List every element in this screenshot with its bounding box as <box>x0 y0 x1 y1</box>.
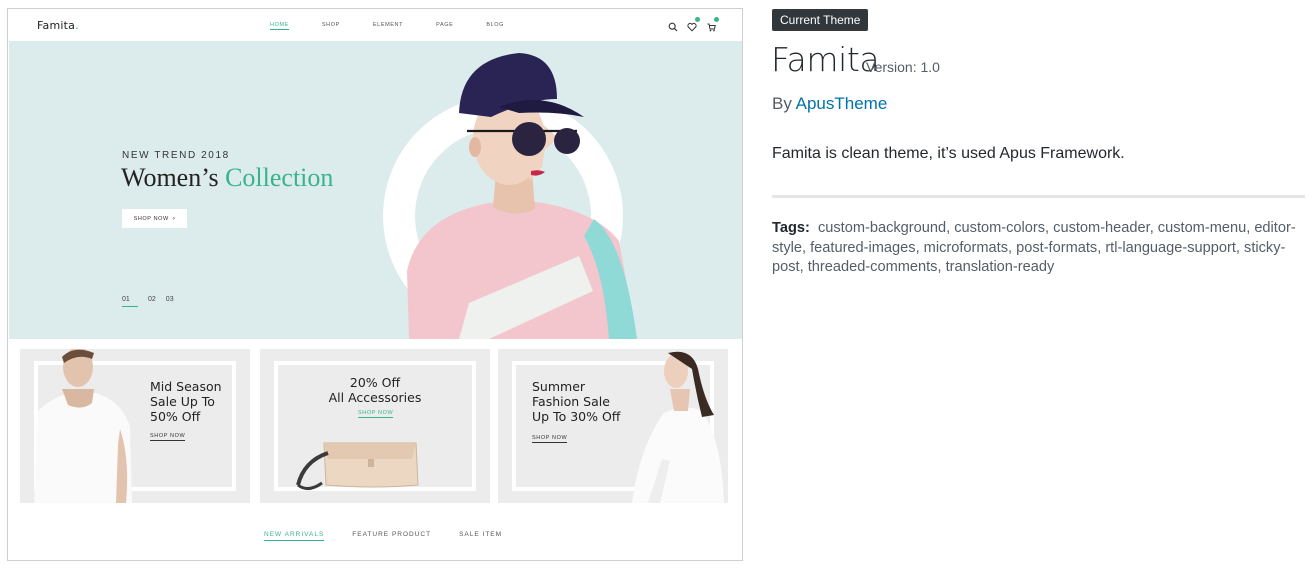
theme-author-link[interactable]: ApusTheme <box>796 94 888 113</box>
tab-feature-product: FEATURE PRODUCT <box>352 531 432 538</box>
theme-screenshot: Famita. HOME SHOP ELEMENT PAGE BLOG NEW … <box>7 8 743 561</box>
product-tabs: NEW ARRIVALS FEATURE PRODUCT SALE ITEM <box>264 531 502 541</box>
female-model-image <box>632 351 724 503</box>
promo-banner-accessories: 20% Off All Accessories SHOP NOW <box>260 349 490 503</box>
site-logo: Famita. <box>37 19 79 32</box>
nav-item-blog: BLOG <box>486 22 505 28</box>
hero-slider: NEW TREND 2018 Women’s Collection SHOP N… <box>9 41 742 339</box>
banner-headline: Mid Season Sale Up To 50% Off <box>150 379 222 424</box>
hero-title: Women’s Collection <box>121 163 334 192</box>
current-theme-label: Current Theme <box>772 9 869 31</box>
nav-item-element: ELEMENT <box>372 22 404 28</box>
slider-pagination: 01 02 03 <box>122 296 174 307</box>
banner-shop-now-link: SHOP NOW <box>532 435 568 443</box>
nav-item-shop: SHOP <box>321 22 340 28</box>
banner-shop-now-link: SHOP NOW <box>358 410 394 418</box>
hero-model-image <box>407 53 637 339</box>
promo-banner-summer: Summer Fashion Sale Up To 30% Off SHOP N… <box>498 349 728 503</box>
theme-name: Famita <box>771 40 880 79</box>
heart-icon <box>687 17 700 32</box>
theme-tags: Tags: custom-background, custom-colors, … <box>772 219 1312 278</box>
promo-banner-mid-season: Mid Season Sale Up To 50% Off SHOP NOW <box>20 349 250 503</box>
main-nav: HOME SHOP ELEMENT PAGE BLOG <box>270 22 537 30</box>
tab-sale-item: SALE ITEM <box>459 531 503 538</box>
nav-item-page: PAGE <box>436 22 454 28</box>
handbag-image <box>296 442 419 490</box>
banner-headline: 20% Off All Accessories <box>328 375 422 405</box>
hero-shop-now-button: SHOP NOW › <box>122 209 187 228</box>
tags-label: Tags: <box>772 220 810 236</box>
cart-icon <box>706 17 719 32</box>
tab-new-arrivals: NEW ARRIVALS <box>264 531 325 541</box>
cart-count-badge <box>714 17 719 22</box>
banner-headline: Summer Fashion Sale Up To 30% Off <box>532 379 621 424</box>
slide-indicator: 01 <box>122 296 138 307</box>
banner-shop-now-link: SHOP NOW <box>150 433 186 441</box>
site-header: Famita. HOME SHOP ELEMENT PAGE BLOG <box>8 9 742 41</box>
hero-kicker: NEW TREND 2018 <box>122 150 230 161</box>
divider <box>772 195 1305 198</box>
search-icon <box>668 19 678 32</box>
wishlist-count-badge <box>695 17 700 22</box>
theme-version: Version: 1.0 <box>866 59 940 75</box>
slide-indicator: 02 <box>148 296 156 303</box>
slide-indicator: 03 <box>165 296 174 303</box>
nav-item-home: HOME <box>270 22 289 30</box>
theme-author-line: By ApusTheme <box>772 94 888 113</box>
chevron-right-icon: › <box>172 215 176 222</box>
tags-list: custom-background, custom-colors, custom… <box>772 220 1296 276</box>
theme-description: Famita is clean theme, it’s used Apus Fr… <box>772 145 1125 162</box>
male-model-image <box>34 349 132 503</box>
